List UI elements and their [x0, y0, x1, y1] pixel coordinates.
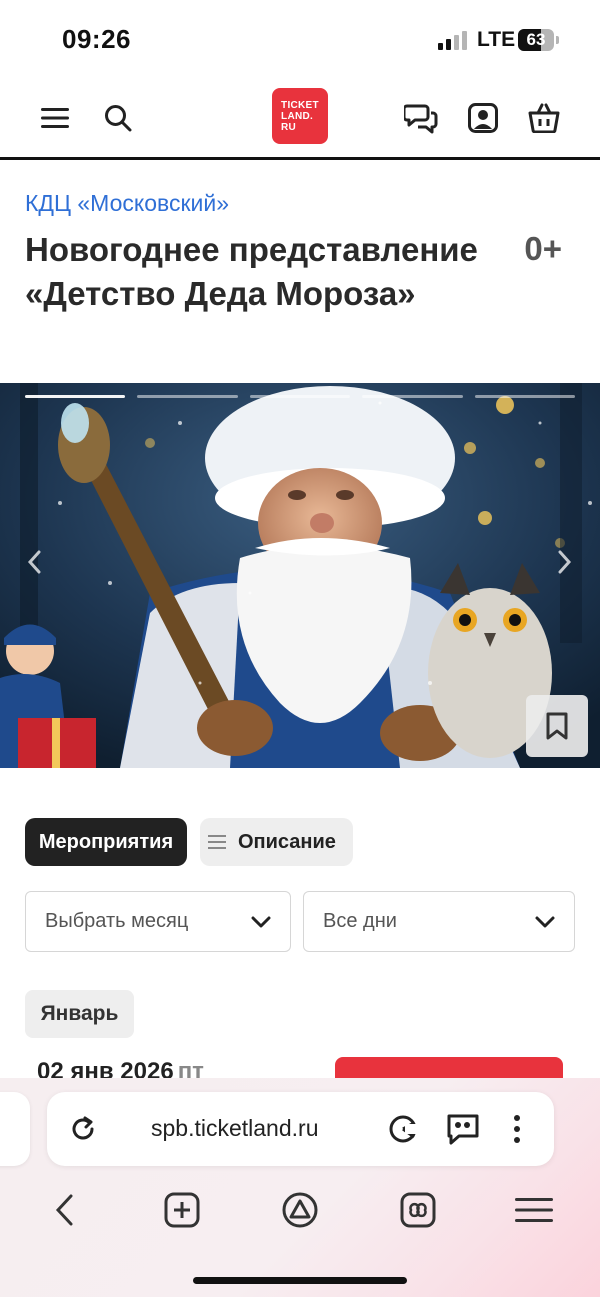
quote-button[interactable]: [445, 1111, 481, 1147]
bookmark-icon: [546, 712, 568, 740]
search-button[interactable]: [98, 98, 138, 138]
event-title: Новогоднее представление «Детство Деда М…: [25, 231, 478, 312]
more-button[interactable]: [499, 1111, 535, 1147]
battery-icon: 63: [518, 29, 554, 51]
tab-events-label: Мероприятия: [38, 830, 174, 853]
alice-home-icon: [282, 1192, 318, 1228]
basket-icon: [528, 103, 560, 133]
age-rating: 0+: [524, 230, 562, 267]
chat-button[interactable]: [401, 98, 441, 138]
day-select-value: Все дни: [323, 910, 397, 932]
signal-icon: [438, 30, 468, 50]
gallery-next-button[interactable]: [553, 547, 577, 577]
ticketland-logo[interactable]: TICKET LAND. RU: [272, 88, 328, 144]
tab-events[interactable]: Мероприятия: [25, 818, 187, 866]
gallery-progress-segment: [474, 395, 575, 398]
gallery-prev-button[interactable]: [22, 547, 46, 577]
home-assistant-button[interactable]: [278, 1188, 322, 1232]
home-indicator[interactable]: [193, 1277, 407, 1284]
tab-description-label: Описание: [238, 830, 336, 853]
reload-icon: [72, 1116, 94, 1140]
basket-button[interactable]: [524, 98, 564, 138]
list-icon: [208, 831, 226, 853]
venue-link[interactable]: КДЦ «Московский»: [25, 190, 229, 217]
battery-level: 63: [526, 30, 546, 49]
menu-icon: [515, 1198, 553, 1222]
chevron-left-icon: [27, 550, 41, 574]
tab-description[interactable]: Описание: [200, 818, 353, 866]
status-time: 09:26: [62, 24, 131, 54]
search-icon: [105, 105, 132, 132]
chevron-down-icon: [251, 916, 271, 928]
status-bar: 09:26 LTE 63: [0, 0, 600, 80]
month-select-value: Выбрать месяц: [45, 910, 189, 932]
reload-button[interactable]: [65, 1111, 101, 1147]
alice-button[interactable]: [385, 1111, 421, 1147]
profile-button[interactable]: [463, 98, 503, 138]
gallery-progress-segment: [137, 395, 238, 398]
quote-bubble-icon: [447, 1114, 479, 1145]
previous-tab-pill[interactable]: [0, 1092, 30, 1166]
browser-toolbar: spb.ticketland.ru: [0, 1078, 600, 1297]
more-vertical-icon: [514, 1115, 520, 1143]
alice-icon: [389, 1115, 417, 1143]
day-select[interactable]: Все дни: [303, 891, 575, 952]
chevron-left-icon: [55, 1194, 73, 1226]
back-button[interactable]: [42, 1188, 86, 1232]
network-type: LTE: [477, 28, 516, 51]
gallery-progress-segment: [362, 395, 463, 398]
month-label: Январь: [25, 990, 134, 1038]
gallery-progress-segment: [25, 395, 126, 398]
chevron-down-icon: [535, 916, 555, 928]
tabs-button[interactable]: [396, 1188, 440, 1232]
menu-icon: [41, 108, 69, 128]
plus-square-icon: [164, 1192, 200, 1228]
site-header: TICKET LAND. RU: [0, 80, 600, 160]
chevron-right-icon: [558, 550, 572, 574]
new-tab-button[interactable]: [160, 1188, 204, 1232]
bookmark-button[interactable]: [526, 695, 588, 757]
event-image-gallery[interactable]: [0, 383, 600, 768]
chat-icon: [404, 104, 438, 134]
profile-icon: [468, 103, 498, 133]
tabs-icon: [400, 1192, 436, 1228]
logo-text: TICKET LAND. RU: [281, 99, 319, 133]
event-photo: [0, 383, 600, 768]
month-select[interactable]: Выбрать месяц: [25, 891, 291, 952]
browser-menu-button[interactable]: [512, 1188, 556, 1232]
gallery-progress-segment: [249, 395, 351, 398]
menu-button[interactable]: [35, 98, 75, 138]
url-text[interactable]: spb.ticketland.ru: [151, 1115, 318, 1142]
address-bar[interactable]: spb.ticketland.ru: [47, 1092, 554, 1166]
